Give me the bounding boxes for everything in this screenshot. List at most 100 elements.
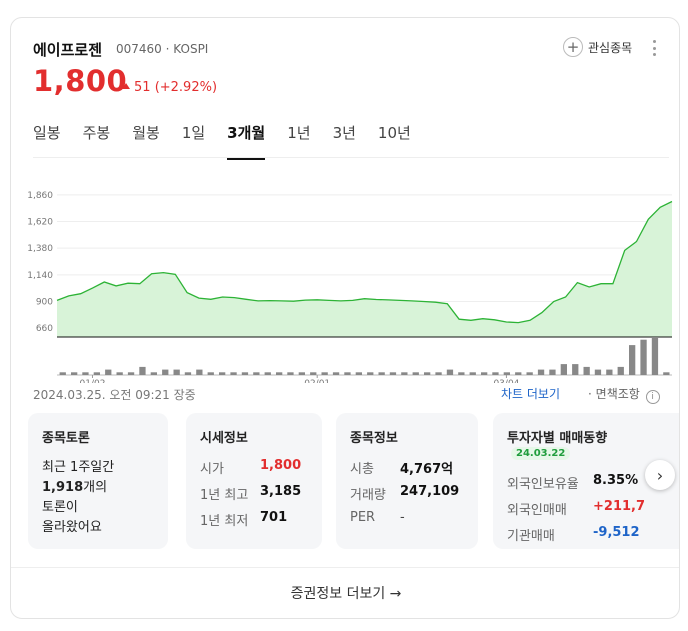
volume-bar xyxy=(503,372,510,375)
discussion-line1: 최근 1주일간 xyxy=(42,460,115,475)
disclaimer-label: 면책조항 xyxy=(595,387,640,401)
discussion-title: 종목토론 xyxy=(42,431,90,446)
investor-row: 외국인매매 +211,7 xyxy=(507,499,667,518)
volume-bar xyxy=(162,369,169,375)
price-chart[interactable]: 1,860 1,620 1,380 1,140 900 660 01/02 02/01 03/0… xyxy=(11,168,680,383)
volume-bar xyxy=(629,345,636,375)
stock-info-tile[interactable]: 종목정보 시총 4,767억 거래량 247,109 PER - xyxy=(336,413,478,549)
tabs-divider xyxy=(33,157,669,158)
y-tick-label: 1,380 xyxy=(27,244,53,254)
investor-title-text: 투자자별 매매동향 xyxy=(507,431,608,446)
discussion-tile[interactable]: 종목토론 최근 1주일간 1,918개의 토론이 올라왔어요 xyxy=(28,413,168,549)
market-key: 시가 xyxy=(200,462,224,477)
investor-key: 외국인보유율 xyxy=(507,477,579,492)
volume-bar xyxy=(116,372,123,375)
investor-key: 기관매매 xyxy=(507,529,555,544)
volume-bar xyxy=(344,372,351,375)
stock-info-title: 종목정보 xyxy=(350,431,398,446)
x-tick-label: 02/01 xyxy=(304,379,330,383)
link-separator: · xyxy=(588,387,592,401)
investor-value: 8.35% xyxy=(593,473,639,488)
volume-bar xyxy=(241,372,249,375)
volume-bar xyxy=(640,339,647,375)
volume-bar xyxy=(583,366,590,375)
favorite-button[interactable]: + 관심종목 xyxy=(563,37,632,57)
volume-bar xyxy=(196,369,203,375)
period-tabs: 일봉 주봉 월봉 1일 3개월 1년 3년 10년 xyxy=(33,120,433,160)
investor-row: 외국인보유율 8.35% xyxy=(507,473,667,492)
discussion-count: 1,918 xyxy=(42,480,84,495)
volume-bar xyxy=(446,369,454,375)
volume-bar xyxy=(276,372,283,375)
volume-bar xyxy=(424,372,431,375)
stockinfo-key: 시총 xyxy=(350,462,374,477)
stockinfo-key: 거래량 xyxy=(350,488,386,503)
next-arrow-button[interactable]: › xyxy=(645,460,675,490)
volume-bar xyxy=(310,372,317,375)
volume-bar xyxy=(230,372,237,375)
plus-icon: + xyxy=(563,37,583,57)
tab-monthly[interactable]: 월봉 xyxy=(132,120,160,158)
up-arrow-icon xyxy=(122,83,130,89)
more-options-icon[interactable] xyxy=(653,40,657,56)
disclaimer[interactable]: · 면책조항 i xyxy=(588,385,660,404)
volume-bar xyxy=(332,372,340,375)
y-tick-label: 1,620 xyxy=(27,218,53,228)
volume-bar xyxy=(549,369,556,375)
volume-bar xyxy=(127,372,135,375)
stock-name[interactable]: 에이프로젠 xyxy=(33,39,102,60)
y-tick-label: 1,860 xyxy=(27,191,53,201)
investor-value: -9,512 xyxy=(593,525,640,540)
volume-bar xyxy=(71,372,78,375)
volume-bar xyxy=(378,372,385,375)
volume-bar xyxy=(355,372,362,375)
tab-1day[interactable]: 1일 xyxy=(182,120,205,158)
volume-bar xyxy=(389,372,397,375)
volume-bar xyxy=(458,372,465,375)
investor-row: 기관매매 -9,512 xyxy=(507,525,667,544)
stock-code: 007460 · KOSPI xyxy=(116,42,208,56)
volume-bar xyxy=(492,372,499,375)
volume-bar xyxy=(526,372,533,375)
tab-weekly[interactable]: 주봉 xyxy=(83,120,111,158)
tab-3month[interactable]: 3개월 xyxy=(227,120,266,160)
market-info-tile[interactable]: 시세정보 시가 1,800 1년 최고 3,185 1년 최저 701 xyxy=(186,413,322,549)
timestamp: 2024.03.25. 오전 09:21 장중 xyxy=(33,388,196,402)
tab-10year[interactable]: 10년 xyxy=(378,120,411,158)
tab-3year[interactable]: 3년 xyxy=(333,120,356,158)
chart-more-link[interactable]: 차트 더보기 xyxy=(501,385,560,402)
current-price: 1,800 xyxy=(33,64,128,98)
investor-value: +211,7 xyxy=(593,499,646,514)
volume-bar xyxy=(515,372,522,375)
y-tick-label: 1,140 xyxy=(27,271,53,281)
volume-bar xyxy=(401,372,408,375)
market-value: 3,185 xyxy=(260,484,302,499)
market-key: 1년 최저 xyxy=(200,514,249,529)
volume-bar xyxy=(606,369,613,375)
discussion-text: 최근 1주일간 1,918개의 토론이 올라왔어요 xyxy=(42,458,154,538)
volume-bar xyxy=(298,372,305,375)
market-row: 1년 최고 3,185 xyxy=(200,484,308,503)
tab-daily[interactable]: 일봉 xyxy=(33,120,61,158)
favorite-label: 관심종목 xyxy=(588,40,633,55)
volume-bar xyxy=(663,372,670,375)
discussion-line3: 토론이 xyxy=(42,500,78,515)
discussion-count-suffix: 개의 xyxy=(83,480,108,495)
change-percent: (+2.92%) xyxy=(154,80,218,95)
more-stock-info-link[interactable]: 증권정보 더보기 → xyxy=(11,583,679,603)
volume-bar xyxy=(560,364,567,375)
volume-bar xyxy=(287,372,294,375)
volume-bar xyxy=(219,372,226,375)
volume-bar xyxy=(572,364,579,375)
volume-bar xyxy=(321,372,328,375)
tab-1year[interactable]: 1년 xyxy=(287,120,310,158)
stock-card: 에이프로젠 007460 · KOSPI + 관심종목 1,800 51 (+2… xyxy=(10,17,680,619)
stockinfo-value: 4,767억 xyxy=(400,462,454,477)
discussion-line2: 1,918개의 xyxy=(42,478,154,498)
x-tick-label: 03/04 xyxy=(493,379,519,383)
volume-bar xyxy=(651,337,659,375)
investor-title: 투자자별 매매동향24.03.22 xyxy=(507,427,667,461)
code-dot: · xyxy=(165,42,170,56)
stockinfo-value: 247,109 xyxy=(400,484,460,499)
price-change: 51 (+2.92%) xyxy=(122,80,217,95)
